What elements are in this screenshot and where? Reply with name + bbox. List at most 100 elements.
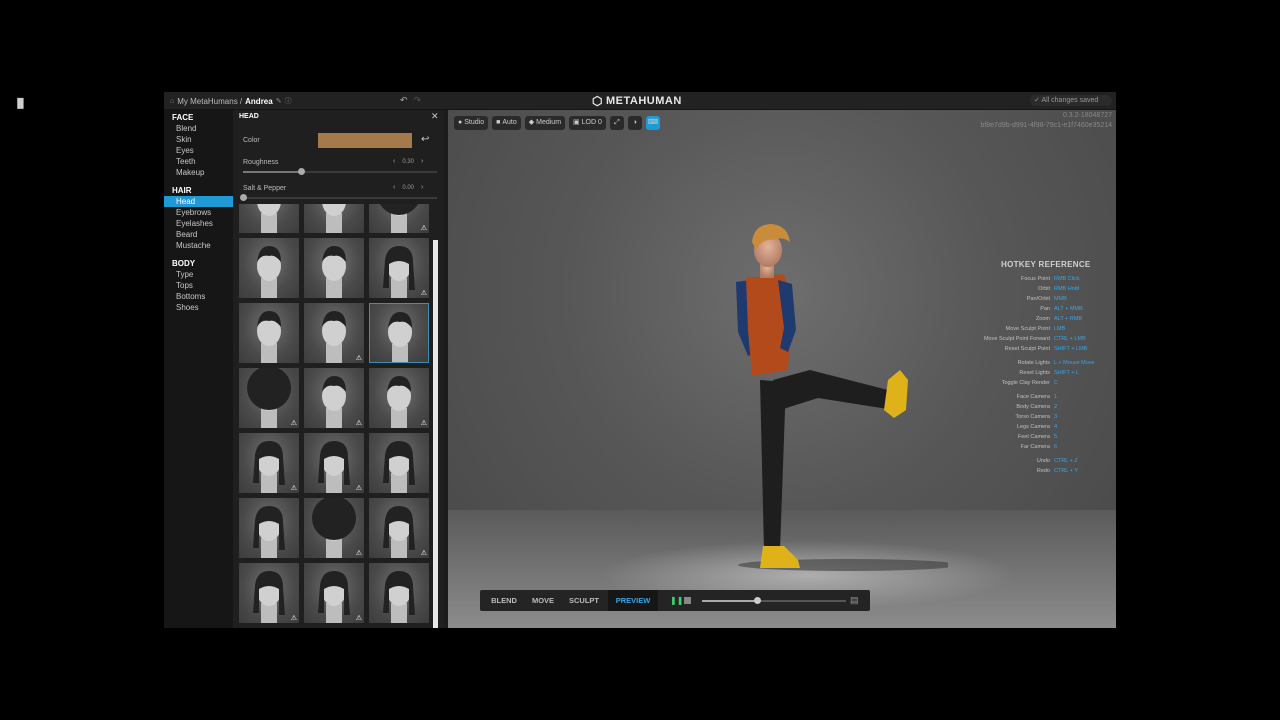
hotkey-row: Zoom ALT + RMB	[968, 316, 1116, 324]
hotkey-toggle-button[interactable]: ⌨	[645, 116, 660, 130]
head-preview	[253, 506, 285, 558]
hotkey-row: Move Sculpt Point Forward CTRL + LMB	[968, 336, 1116, 344]
roughness-fill	[243, 171, 302, 173]
mode-sculpt-button[interactable]: SCULPT	[564, 590, 604, 611]
mode-move-button[interactable]: MOVE	[526, 590, 560, 611]
camera-button[interactable]: ■ Auto	[492, 116, 521, 130]
hotkey-action: Move Sculpt Point Forward	[983, 336, 1050, 342]
mode-preview-button[interactable]: PREVIEW	[608, 590, 658, 611]
layers-icon: ▣	[573, 119, 580, 126]
hotkey-action: Orbit	[1038, 286, 1050, 292]
close-icon[interactable]: ✕	[431, 111, 439, 122]
hairstyle-tile[interactable]	[369, 433, 429, 493]
timeline-slider[interactable]	[702, 597, 846, 604]
sidebar-item-teeth[interactable]: Teeth	[164, 156, 233, 167]
hairstyle-tile[interactable]: ⚠	[369, 498, 429, 558]
hairstyle-tile[interactable]: ⚠	[369, 204, 429, 233]
sidebar-item-makeup[interactable]: Makeup	[164, 167, 233, 178]
hotkey-key: 4	[1054, 424, 1058, 430]
hotkey-key: RMB Hold	[1054, 286, 1080, 292]
home-icon[interactable]: ⌂	[170, 98, 174, 105]
sidebar-item-type[interactable]: Type	[164, 269, 233, 280]
hotkey-action: Pan/Orbit	[1026, 296, 1050, 302]
sidebar-item-eyebrows[interactable]: Eyebrows	[164, 207, 233, 218]
pause-icon[interactable]: ❚❚	[670, 596, 683, 605]
logo-hex-icon: ⬡	[592, 94, 603, 108]
scrollbar[interactable]	[433, 240, 438, 628]
edit-icon[interactable]: ✎	[276, 97, 282, 105]
sidebar-item-bottoms[interactable]: Bottoms	[164, 291, 233, 302]
quality-button[interactable]: ◆ Medium	[524, 116, 566, 130]
chevron-right-icon[interactable]: ›	[421, 184, 423, 191]
lod-button[interactable]: ▣ LOD 0	[569, 116, 606, 130]
expand-button[interactable]: ⤢	[609, 116, 624, 130]
hairstyle-tile[interactable]	[369, 303, 429, 363]
sidebar-item-eyelashes[interactable]: Eyelashes	[164, 218, 233, 229]
hairstyle-tile[interactable]: ⚠	[239, 563, 299, 623]
film-icon[interactable]: ▤	[850, 595, 859, 606]
undo-icon[interactable]: ↶	[400, 95, 408, 106]
stop-icon[interactable]	[684, 597, 691, 604]
info-icon[interactable]: ⓘ	[285, 96, 292, 106]
hairstyle-tile[interactable]: ⚠	[304, 563, 364, 623]
chevron-right-icon[interactable]: ›	[421, 158, 423, 165]
chevron-left-icon[interactable]: ‹	[393, 158, 395, 165]
salt-pepper-slider[interactable]	[240, 194, 437, 201]
camera-label: Auto	[502, 119, 517, 126]
hotkey-action: Focus Point	[1020, 276, 1050, 282]
chevron-left-icon[interactable]: ‹	[393, 184, 395, 191]
sidebar-item-tops[interactable]: Tops	[164, 280, 233, 291]
salt-pepper-knob[interactable]	[240, 194, 247, 201]
3d-viewport[interactable]: ● Studio ■ Auto ◆ Medium ▣ LOD 0 ⤢ ◑ ⌨ 0…	[448, 110, 1116, 628]
hotkey-key: 6	[1054, 444, 1058, 450]
sidebar-item-eyes[interactable]: Eyes	[164, 145, 233, 156]
save-status-badge: ✓ All changes saved	[1030, 95, 1112, 106]
hairstyle-tile[interactable]: ⚠	[239, 368, 299, 428]
sidebar-item-blend[interactable]: Blend	[164, 123, 233, 134]
undo-redo-group: ↶ ↷	[400, 95, 421, 106]
hairstyle-tile[interactable]: ⚠	[304, 433, 364, 493]
hairstyle-tile[interactable]: ⚠	[304, 303, 364, 363]
hotkey-action: Pan	[1040, 306, 1050, 312]
sidebar-item-mustache[interactable]: Mustache	[164, 240, 233, 251]
timeline-knob[interactable]	[753, 597, 761, 604]
hairstyle-tile[interactable]	[239, 204, 299, 233]
hairstyle-tile[interactable]: ⚠	[369, 238, 429, 298]
lighting-button[interactable]: ● Studio	[454, 116, 489, 130]
hotkey-row: Redo CTRL + Y	[968, 468, 1116, 476]
warning-icon: ⚠	[420, 550, 427, 557]
camera-icon: ■	[496, 119, 501, 126]
hairstyle-tile[interactable]: ⚠	[304, 498, 364, 558]
quality-label: Medium	[536, 119, 562, 126]
desktop-chart-icon[interactable]: ▐▌	[14, 98, 27, 108]
save-status-text: All changes saved	[1041, 97, 1099, 104]
breadcrumb-root[interactable]: My MetaHumans /	[177, 97, 242, 106]
hotkey-action: Feet Camera	[1017, 434, 1050, 440]
sidebar-item-beard[interactable]: Beard	[164, 229, 233, 240]
head-preview	[257, 246, 281, 298]
lighting-label: Studio	[464, 119, 485, 126]
reset-color-icon[interactable]: ↩	[421, 134, 429, 145]
hairstyle-tile[interactable]: ⚠	[304, 368, 364, 428]
color-label: Color	[243, 137, 260, 144]
color-swatch[interactable]	[318, 133, 412, 148]
hotkey-action: Reset Lights	[1019, 370, 1050, 376]
hairstyle-tile[interactable]: ⚠	[239, 433, 299, 493]
roughness-knob[interactable]	[298, 168, 306, 175]
hairstyle-tile[interactable]	[304, 204, 364, 233]
check-icon: ✓	[1034, 97, 1040, 104]
redo-icon[interactable]: ↷	[414, 95, 422, 106]
hairstyle-tile[interactable]	[304, 238, 364, 298]
hairstyle-tile[interactable]	[239, 498, 299, 558]
sidebar-item-shoes[interactable]: Shoes	[164, 302, 233, 313]
mode-blend-button[interactable]: BLEND	[486, 590, 522, 611]
clay-render-button[interactable]: ◑	[627, 116, 642, 130]
sidebar-item-head[interactable]: Head	[164, 196, 233, 207]
warning-icon: ⚠	[290, 420, 297, 427]
hairstyle-tile[interactable]: ⚠	[369, 368, 429, 428]
hairstyle-tile[interactable]	[239, 303, 299, 363]
hairstyle-tile[interactable]	[369, 563, 429, 623]
hairstyle-tile[interactable]	[239, 238, 299, 298]
roughness-slider[interactable]	[243, 168, 437, 175]
sidebar-item-skin[interactable]: Skin	[164, 134, 233, 145]
